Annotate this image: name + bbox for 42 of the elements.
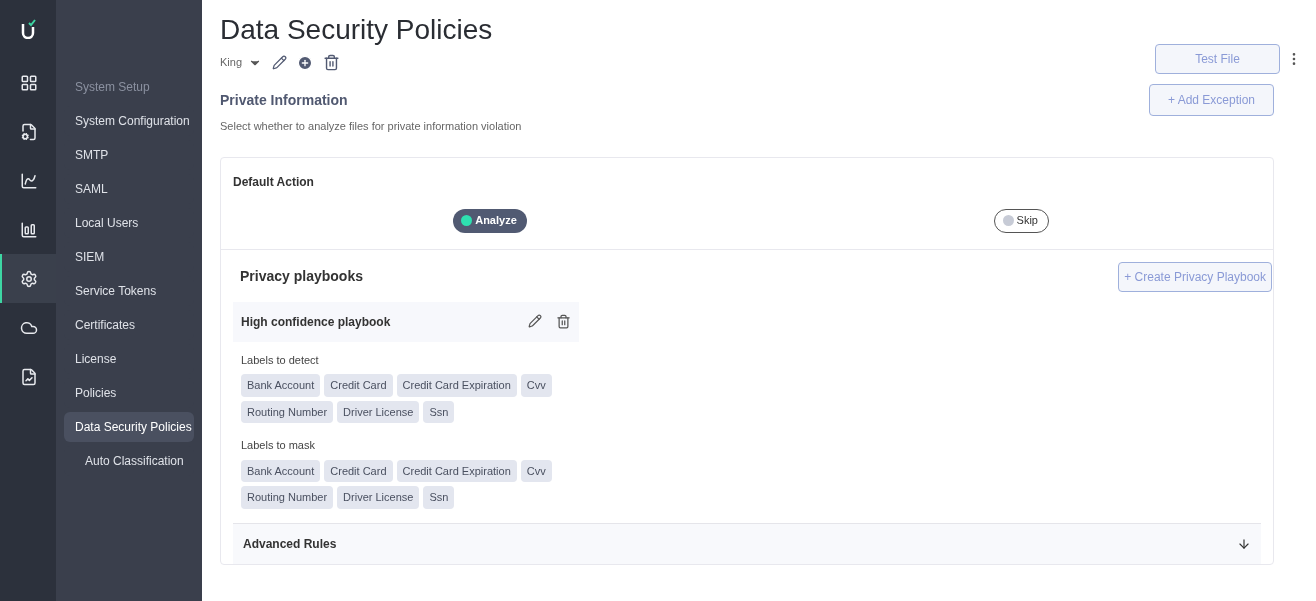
advanced-rules-row[interactable]: Advanced Rules xyxy=(233,523,1261,564)
label-tag: Ssn xyxy=(423,400,455,423)
line-chart-icon xyxy=(20,171,38,190)
label-tag: Cvv xyxy=(520,459,552,482)
settings-icon xyxy=(20,269,38,288)
label-tag: Bank Account xyxy=(241,459,321,482)
report-icon xyxy=(20,367,38,386)
arrow-down-icon xyxy=(1237,536,1251,551)
edit-icon[interactable] xyxy=(528,314,542,328)
label-tag: Driver License xyxy=(337,400,420,423)
label-tag: Bank Account xyxy=(241,374,321,397)
label-tag: Driver License xyxy=(337,486,420,509)
policy-dropdown[interactable]: King xyxy=(220,54,263,71)
file-icon xyxy=(20,122,38,141)
edit-icon[interactable] xyxy=(272,55,288,70)
section-title: Private Information xyxy=(220,90,348,110)
sidebar-item[interactable]: Data Security Policies xyxy=(64,412,194,442)
label-tag: Ssn xyxy=(423,486,455,509)
add-icon[interactable] xyxy=(297,54,314,71)
label-tag: Routing Number xyxy=(241,400,334,423)
playbook-name: High confidence playbook xyxy=(241,313,391,331)
label-tag: Credit Card xyxy=(324,459,393,482)
rail-item[interactable] xyxy=(0,254,56,303)
label-tag: Credit Card xyxy=(324,374,393,397)
logo-icon xyxy=(20,19,36,39)
bar-chart-icon xyxy=(20,220,38,239)
section-description: Select whether to analyze files for private information violation xyxy=(220,119,523,134)
default-action-title: Default Action xyxy=(233,173,315,191)
group-title: Labels to mask xyxy=(241,438,316,453)
page-title: Data Security Policies xyxy=(220,13,493,47)
label-tag: Routing Number xyxy=(241,486,334,509)
label-tag: Credit Card Expiration xyxy=(396,459,517,482)
sidebar-heading: System Setup xyxy=(74,79,151,96)
grid-icon xyxy=(20,73,38,92)
label-tag: Credit Card Expiration xyxy=(396,374,517,397)
action-toggle[interactable]: Skip xyxy=(993,208,1049,233)
group-title: Labels to detect xyxy=(241,352,320,368)
delete-icon[interactable] xyxy=(323,54,341,71)
action-toggle[interactable]: Analyze xyxy=(453,208,527,233)
delete-icon[interactable] xyxy=(556,314,571,329)
label-tag: Cvv xyxy=(520,374,552,397)
playbooks-title: Privacy playbooks xyxy=(240,267,363,286)
